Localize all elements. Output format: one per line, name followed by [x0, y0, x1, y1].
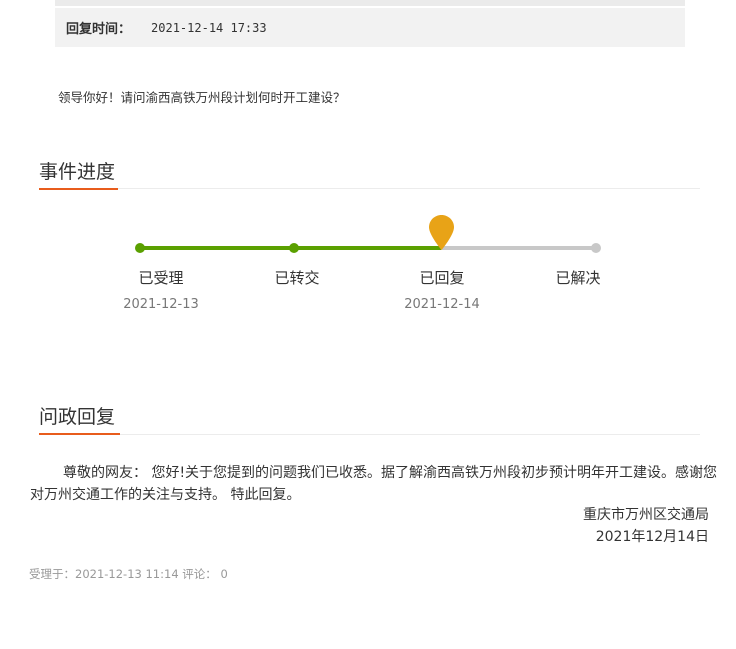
step-dot-resolved	[591, 243, 601, 253]
step-label-resolved: 已解决	[555, 269, 601, 287]
step-date-replied: 2021-12-14	[404, 297, 480, 312]
reply-section-rule	[39, 434, 700, 435]
reply-section-title: 问政回复	[39, 406, 116, 428]
reply-signature: 重庆市万州区交通局	[583, 507, 709, 523]
accepted-time: 2021-12-13 11:14	[75, 567, 179, 581]
accepted-label: 受理于：	[29, 567, 75, 581]
step-dot-accepted	[135, 243, 145, 253]
question-text: 领导你好！请问渝西高铁万州段计划何时开工建设？	[58, 90, 346, 105]
progress-section-rule	[39, 188, 700, 189]
top-divider	[55, 0, 685, 6]
comments-label: 评论：	[182, 567, 217, 581]
progress-section-title: 事件进度	[39, 161, 116, 183]
step-dot-transferred	[289, 243, 299, 253]
current-step-pin-icon	[429, 215, 454, 250]
comments-count[interactable]: 0	[220, 567, 227, 581]
reply-date: 2021年12月14日	[595, 529, 709, 545]
progress-title-underline	[39, 188, 118, 190]
reply-time-box: 回复时间： 2021-12-14 17:33	[55, 8, 685, 47]
step-label-transferred: 已转交	[274, 269, 320, 287]
reply-time-label: 回复时间：	[66, 22, 132, 37]
progress-track-pending	[441, 246, 597, 250]
step-label-replied: 已回复	[419, 269, 465, 287]
step-date-accepted: 2021-12-13	[123, 297, 199, 312]
reply-time-value: 2021-12-14 17:33	[151, 20, 267, 35]
step-label-accepted: 已受理	[138, 269, 184, 287]
reply-body: 尊敬的网友： 您好!关于您提到的问题我们已收悉。据了解渝西高铁万州段初步预计明年…	[30, 462, 720, 506]
reply-body-text: 尊敬的网友： 您好!关于您提到的问题我们已收悉。据了解渝西高铁万州段初步预计明年…	[30, 465, 718, 503]
reply-title-underline	[39, 433, 120, 435]
footer-meta: 受理于：2021-12-13 11:14 评论： 0	[29, 566, 228, 582]
